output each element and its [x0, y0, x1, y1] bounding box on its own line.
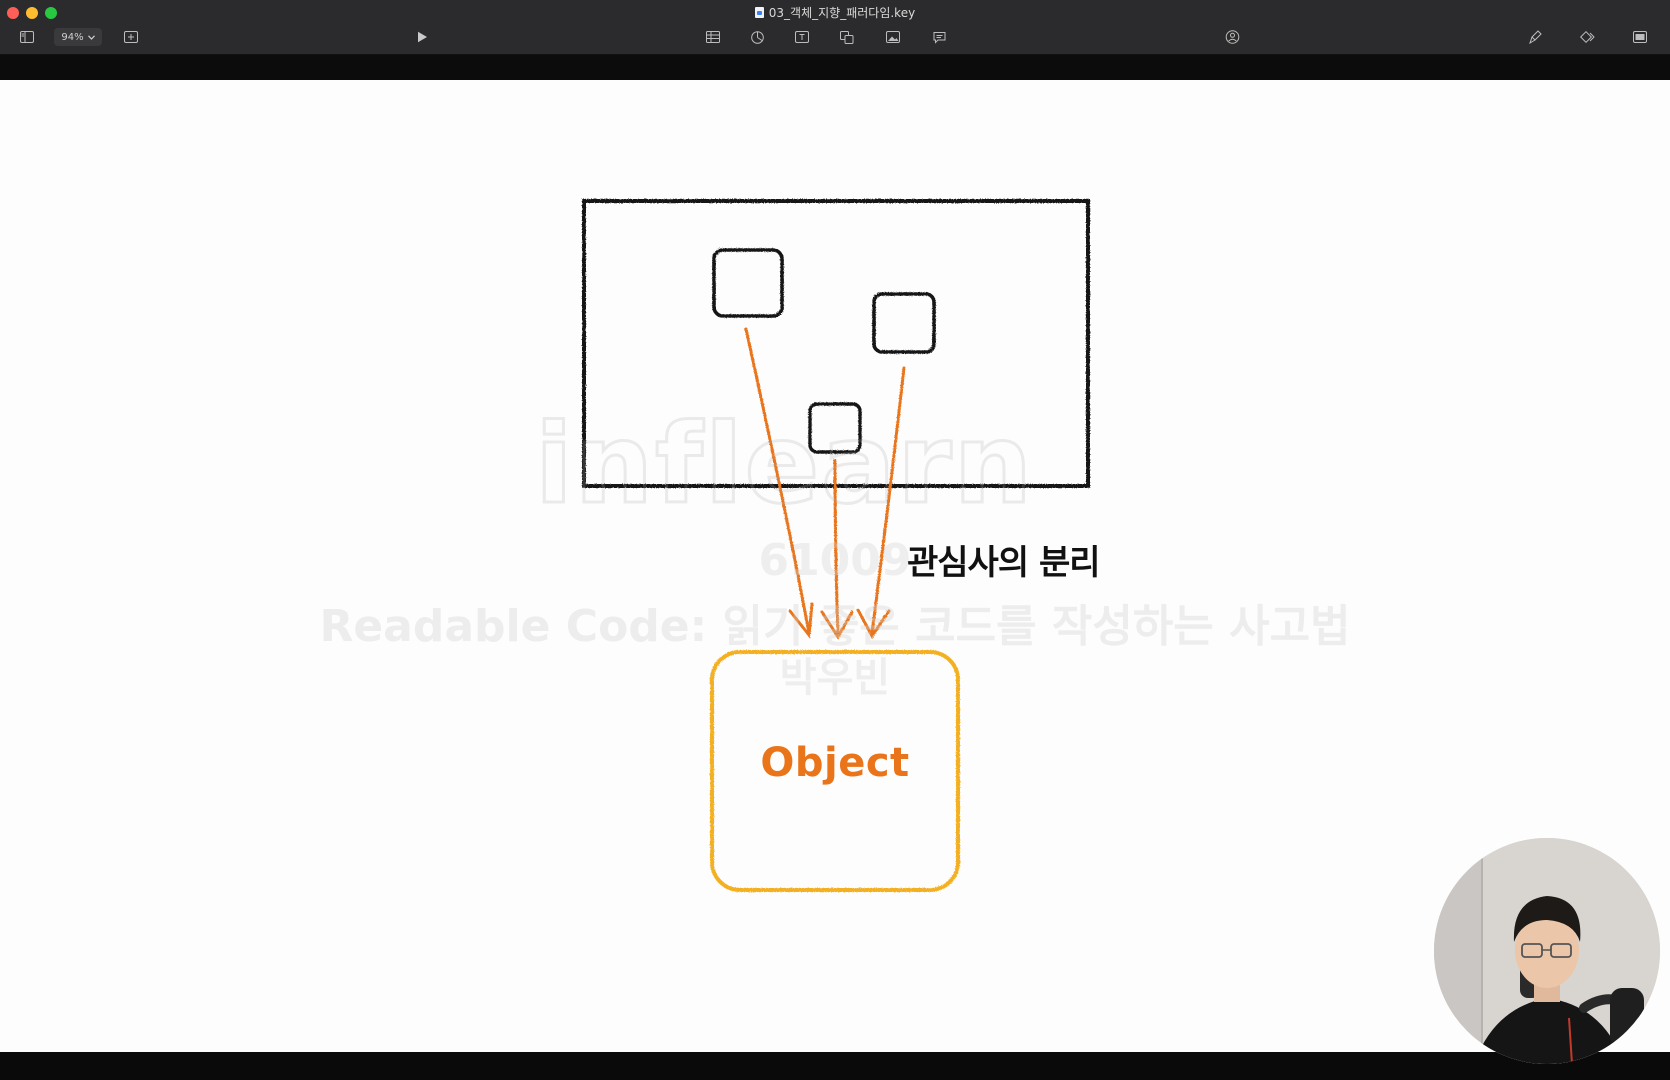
presenter-webcam: [1434, 838, 1660, 1064]
document-button[interactable]: [1631, 28, 1649, 46]
play-icon: [417, 31, 427, 43]
shape-icon: [840, 30, 854, 44]
animate-icon: [1579, 31, 1595, 43]
zoom-value: 94%: [61, 31, 84, 43]
comment-button[interactable]: [930, 28, 948, 46]
text-icon: [795, 31, 809, 43]
zoom-select[interactable]: 94%: [54, 28, 102, 46]
window-title-text: 03_객체_지향_패러다임.key: [768, 6, 916, 20]
format-brush-icon: [1528, 30, 1542, 44]
sidebar-toggle-button[interactable]: [18, 28, 36, 46]
chevron-down-icon: [87, 34, 95, 40]
collaborate-icon: [1225, 30, 1239, 44]
presenter-avatar-icon: [1434, 838, 1660, 1064]
media-icon: [886, 31, 900, 43]
canvas-bottom-margin: [0, 1052, 1670, 1080]
table-button[interactable]: [704, 28, 722, 46]
watermark-author: 박우빈: [779, 655, 891, 701]
watermark-user-id: 61009: [758, 535, 912, 586]
component-box-2: [872, 292, 936, 354]
slide-canvas[interactable]: inflearn 관심사의 분리 Object 61009 Readable C…: [0, 80, 1670, 1052]
table-icon: [706, 31, 720, 43]
inflearn-watermark-logo: inflearn: [534, 399, 1034, 530]
text-box-button[interactable]: [793, 28, 811, 46]
play-button[interactable]: [413, 28, 431, 46]
window-title: 03_객체_지향_패러다임.key: [0, 4, 1670, 22]
component-box-1: [712, 248, 784, 318]
format-button[interactable]: [1526, 28, 1544, 46]
document-icon: [1633, 31, 1647, 43]
comment-icon: [933, 31, 945, 44]
keynote-document-icon: [754, 7, 764, 18]
shape-button[interactable]: [838, 28, 856, 46]
toolbar: 03_객체_지향_패러다임.key 94%: [0, 0, 1670, 55]
chart-icon: [750, 30, 764, 44]
media-button[interactable]: [884, 28, 902, 46]
sidebar-icon: [20, 31, 34, 43]
canvas-top-margin: [0, 55, 1670, 80]
animate-button[interactable]: [1578, 28, 1598, 46]
collaborate-button[interactable]: [1222, 28, 1242, 46]
add-slide-icon: [124, 31, 138, 43]
add-slide-button[interactable]: [122, 28, 140, 46]
keynote-window: 03_객체_지향_패러다임.key 94% inflearn 관심사의 분리 O…: [0, 0, 1670, 1080]
chart-button[interactable]: [748, 28, 766, 46]
object-label: Object: [760, 740, 910, 786]
